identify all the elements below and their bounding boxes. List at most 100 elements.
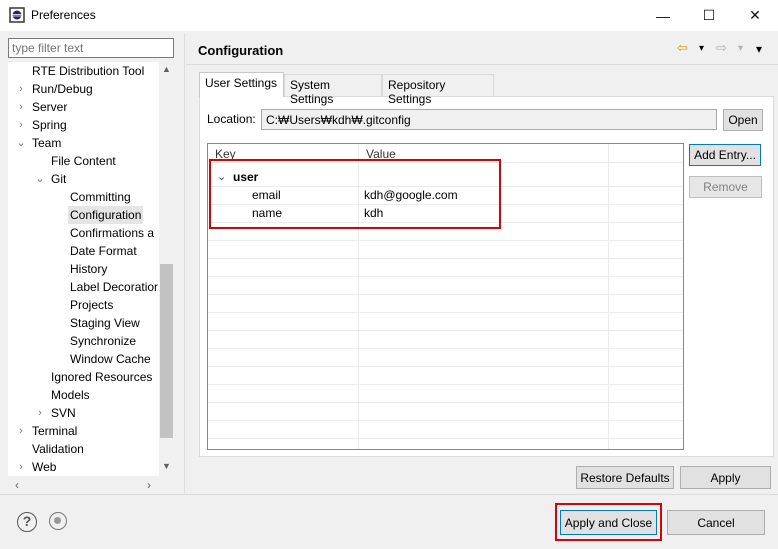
back-dropdown-icon[interactable]: ▾ <box>699 43 704 61</box>
collapsed-chevron-icon[interactable]: › <box>14 458 28 476</box>
forward-dropdown-icon[interactable]: ▾ <box>738 43 743 61</box>
tree-item-label: Synchronize <box>70 334 137 348</box>
open-button[interactable]: Open <box>723 109 763 131</box>
window-title: Preferences <box>31 8 96 22</box>
tree-item[interactable]: Synchronize <box>8 332 159 350</box>
preference-tree: RTE Distribution Tool › Run/Debug › Server › S… <box>8 62 159 476</box>
tree-item-label: Staging View <box>70 316 140 330</box>
page-title: Configuration <box>198 43 284 58</box>
tree-item[interactable]: History <box>8 260 159 278</box>
forward-arrow-icon[interactable]: ⇨ <box>716 40 727 58</box>
tree-item-label: Validation <box>32 442 84 456</box>
tree-item-label: RTE Distribution Tool <box>32 64 145 78</box>
tree-item[interactable]: Label Decoratior <box>8 278 159 296</box>
collapsed-chevron-icon[interactable]: › <box>14 80 28 98</box>
tree-item-label: Spring <box>32 118 67 132</box>
apply-button[interactable]: Apply <box>680 466 771 489</box>
pane-divider[interactable] <box>184 33 185 493</box>
tree-item[interactable]: Date Format <box>8 242 159 260</box>
scroll-up-icon[interactable]: ▲ <box>159 64 174 78</box>
tree-item[interactable]: › Run/Debug <box>8 80 159 98</box>
view-menu-icon[interactable]: ▾ <box>756 42 762 60</box>
back-arrow-icon[interactable]: ⇦ <box>677 40 688 58</box>
tree-item-label: Configuration <box>68 206 144 224</box>
tab-system-settings[interactable]: System Settings <box>284 74 382 106</box>
row-divider <box>208 240 683 241</box>
help-icon[interactable]: ? <box>17 512 37 532</box>
tree-item[interactable]: › SVN <box>8 404 159 422</box>
tree-item-label: Confirmations a <box>70 226 155 240</box>
column-divider <box>608 144 609 449</box>
tree-item[interactable]: ⌄ Team <box>8 134 159 152</box>
header-separator <box>186 64 778 65</box>
tree-item-label: Date Format <box>70 244 137 258</box>
tree-item[interactable]: › Terminal <box>8 422 159 440</box>
scroll-right-icon[interactable]: › <box>140 478 158 492</box>
tree-item[interactable]: Projects <box>8 296 159 314</box>
collapsed-chevron-icon[interactable]: › <box>33 404 47 422</box>
row-divider <box>208 258 683 259</box>
filter-input[interactable] <box>8 38 174 58</box>
scroll-down-icon[interactable]: ▼ <box>159 461 174 475</box>
eclipse-app-icon <box>9 7 25 23</box>
tree-item[interactable]: Committing <box>8 188 159 206</box>
row-divider <box>208 276 683 277</box>
tree-item-label: History <box>70 262 108 276</box>
collapsed-chevron-icon[interactable]: › <box>14 422 28 440</box>
tree-item[interactable]: Validation <box>8 440 159 458</box>
minimize-button[interactable]: — <box>640 0 686 31</box>
tree-item[interactable]: Models <box>8 386 159 404</box>
dialog-separator <box>0 494 778 495</box>
restore-defaults-button[interactable]: Restore Defaults <box>576 466 674 489</box>
tree-item[interactable]: Window Cache <box>8 350 159 368</box>
tree-item[interactable]: Confirmations a <box>8 224 159 242</box>
tree-item[interactable]: Configuration <box>8 206 159 224</box>
tree-item[interactable]: Staging View <box>8 314 159 332</box>
location-label: Location: <box>207 112 256 126</box>
row-divider <box>208 330 683 331</box>
row-divider <box>208 384 683 385</box>
expanded-chevron-icon[interactable]: ⌄ <box>33 170 47 188</box>
add-entry-button[interactable]: Add Entry... <box>689 144 761 166</box>
tree-item[interactable]: › Web <box>8 458 159 476</box>
tree-item-label: Git <box>51 172 67 186</box>
tree-item-label: Terminal <box>32 424 78 438</box>
row-divider <box>208 366 683 367</box>
tree-item-label: Projects <box>70 298 114 312</box>
tree-item[interactable]: Ignored Resources <box>8 368 159 386</box>
tree-item-label: Team <box>32 136 62 150</box>
collapsed-chevron-icon[interactable]: › <box>14 116 28 134</box>
tree-item-label: Committing <box>70 190 131 204</box>
tree-item[interactable]: ⌄ Git <box>8 170 159 188</box>
location-field: C:₩Users₩kdh₩.gitconfig <box>261 109 717 130</box>
tab-user-settings[interactable]: User Settings <box>199 72 284 97</box>
row-divider <box>208 402 683 403</box>
row-divider <box>208 294 683 295</box>
row-divider <box>208 312 683 313</box>
maximize-button[interactable]: ☐ <box>686 0 732 31</box>
tree-item-label: Label Decoratior <box>70 280 159 294</box>
remove-button[interactable]: Remove <box>689 176 762 198</box>
tab-repository-settings[interactable]: Repository Settings <box>382 74 494 106</box>
tree-item-label: File Content <box>51 154 116 168</box>
scroll-thumb[interactable] <box>160 264 173 438</box>
tree-item[interactable]: › Spring <box>8 116 159 134</box>
tree-item-label: Web <box>32 460 57 474</box>
row-divider <box>208 438 683 439</box>
import-export-icon[interactable] <box>49 512 67 530</box>
tree-item[interactable]: RTE Distribution Tool <box>8 62 159 80</box>
tree-item[interactable]: File Content <box>8 152 159 170</box>
close-button[interactable]: ✕ <box>732 0 778 31</box>
cancel-button[interactable]: Cancel <box>667 510 765 535</box>
tree-item-label: Ignored Resources <box>51 370 153 384</box>
scroll-left-icon[interactable]: ‹ <box>8 478 26 492</box>
expanded-chevron-icon[interactable]: ⌄ <box>14 134 28 152</box>
tree-item-label: SVN <box>51 406 76 420</box>
highlight-box <box>555 503 662 541</box>
tree-item-label: Window Cache <box>70 352 151 366</box>
collapsed-chevron-icon[interactable]: › <box>14 98 28 116</box>
tree-item-label: Models <box>51 388 90 402</box>
tree-item[interactable]: › Server <box>8 98 159 116</box>
row-divider <box>208 348 683 349</box>
tree-item-label: Server <box>32 100 68 114</box>
